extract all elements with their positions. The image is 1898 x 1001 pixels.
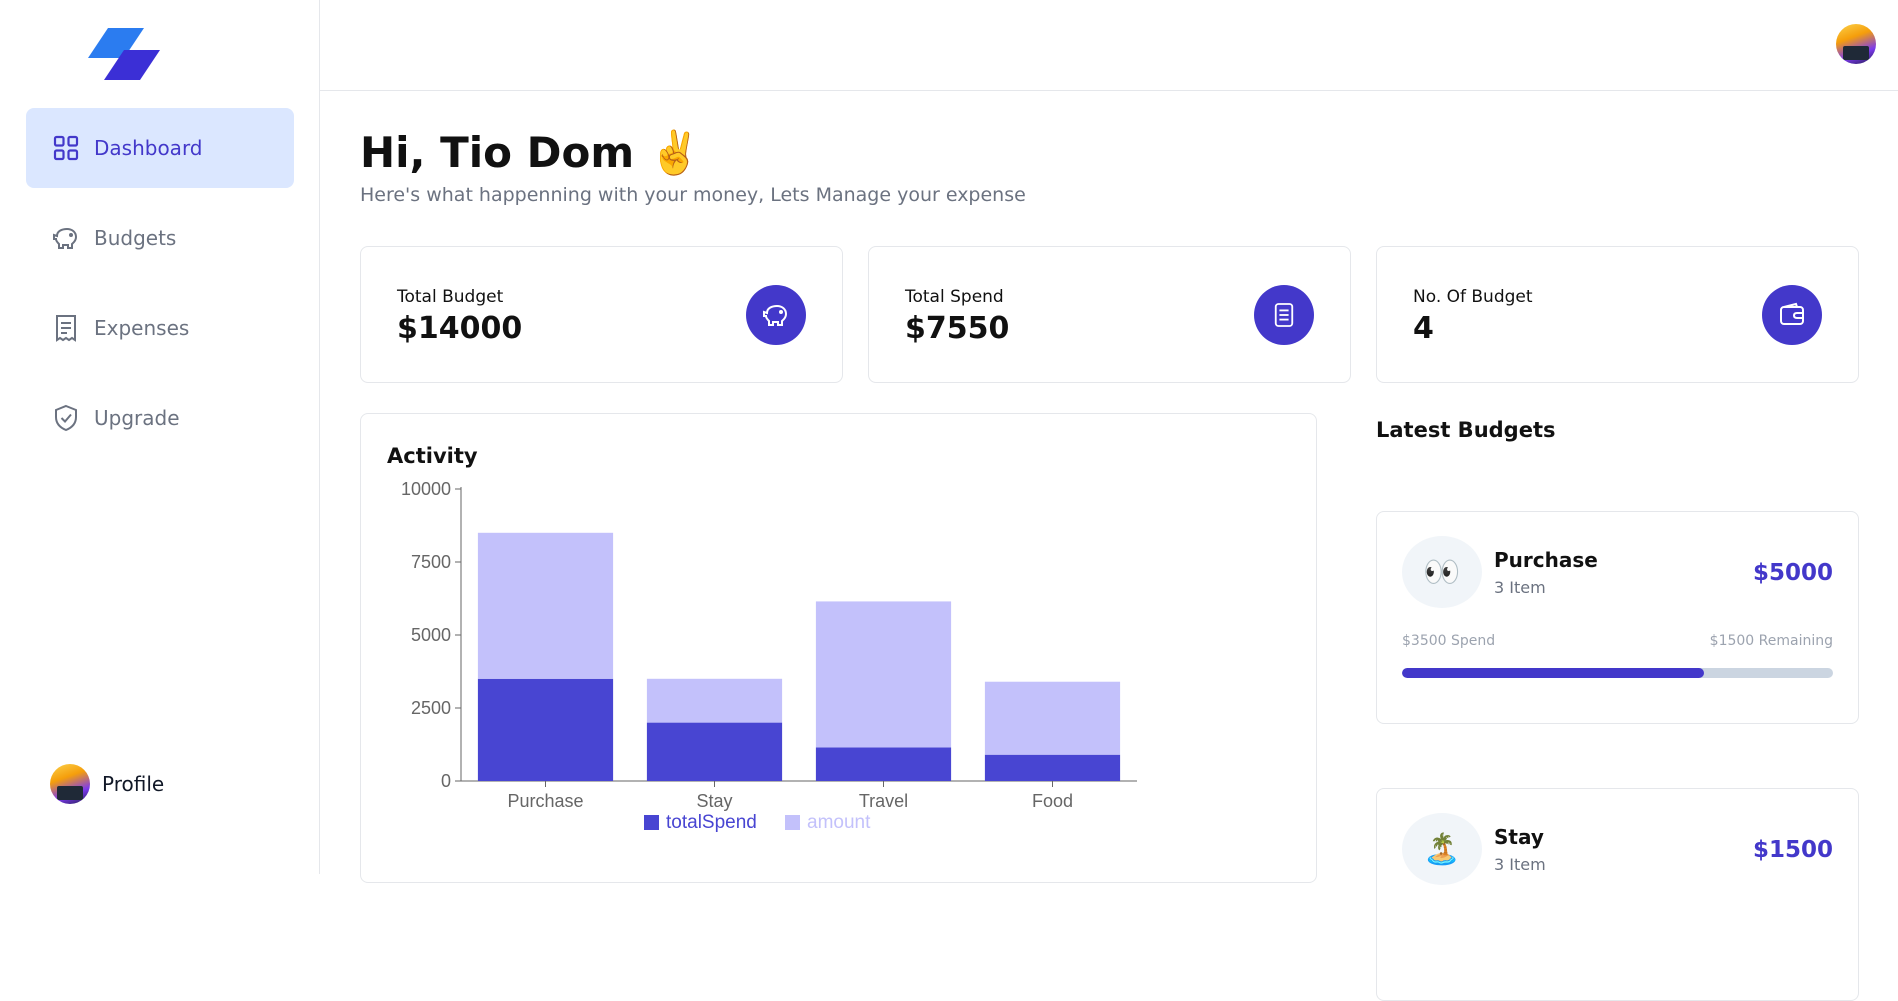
sidebar: Dashboard Budgets Expenses Upgrade Profi… xyxy=(0,0,320,874)
y-tick-label: 10000 xyxy=(401,479,451,499)
bar-totalSpend xyxy=(477,678,614,781)
receipt-icon xyxy=(1254,285,1314,345)
stat-value: 4 xyxy=(1413,311,1434,346)
stat-card-budget-count: No. Of Budget 4 xyxy=(1376,246,1859,383)
grid-icon xyxy=(52,134,80,162)
latest-budgets-title: Latest Budgets xyxy=(1376,418,1556,442)
budget-amount: $5000 xyxy=(1752,560,1833,586)
activity-bar-chart: 0 2500 5000 7500 10000 Purchase Stay Travel Food… xyxy=(401,479,1137,833)
sidebar-item-budgets[interactable]: Budgets xyxy=(26,198,294,278)
budget-progress-bar xyxy=(1402,668,1833,678)
sidebar-item-label: Budgets xyxy=(94,226,177,250)
legend-label: amount xyxy=(807,812,871,833)
profile-label: Profile xyxy=(102,772,165,796)
stat-label: Total Budget xyxy=(397,287,504,307)
sidebar-item-label: Dashboard xyxy=(94,136,203,160)
stat-value: $7550 xyxy=(905,311,1010,346)
user-avatar-button[interactable] xyxy=(1836,24,1876,64)
budget-spend: $3500 Spend xyxy=(1402,633,1496,649)
page-subtitle: Here's what happenning with your money, … xyxy=(360,184,1026,206)
bar-totalSpend xyxy=(815,747,952,781)
stat-label: Total Spend xyxy=(905,287,1004,307)
stat-card-total-spend: Total Spend $7550 xyxy=(868,246,1351,383)
bar-amount xyxy=(646,678,783,723)
x-tick-label: Purchase xyxy=(507,791,583,811)
budget-name: Purchase xyxy=(1494,548,1598,572)
budget-emoji: 👀 xyxy=(1402,536,1482,608)
legend-label: totalSpend xyxy=(666,812,757,833)
x-tick-label: Stay xyxy=(696,791,732,811)
bar-totalSpend xyxy=(646,722,783,781)
bar-totalSpend xyxy=(984,754,1121,781)
stat-card-total-budget: Total Budget $14000 xyxy=(360,246,843,383)
activity-card: Activity 0 2500 5000 7500 10000 Purchase Stay T… xyxy=(360,413,1317,883)
y-tick-label: 0 xyxy=(441,771,451,791)
top-bar xyxy=(320,0,1898,91)
budget-emoji: 🏝️ xyxy=(1402,813,1482,885)
wallet-icon xyxy=(1762,285,1822,345)
sidebar-item-label: Expenses xyxy=(94,316,190,340)
profile-link[interactable]: Profile xyxy=(50,764,164,804)
x-tick-label: Travel xyxy=(859,791,908,811)
y-tick-label: 5000 xyxy=(411,625,451,645)
legend-swatch xyxy=(644,815,659,830)
sidebar-item-expenses[interactable]: Expenses xyxy=(26,288,294,368)
sidebar-item-upgrade[interactable]: Upgrade xyxy=(26,378,294,458)
bar-amount xyxy=(477,532,614,679)
stat-value: $14000 xyxy=(397,311,523,346)
legend-swatch xyxy=(785,815,800,830)
logo[interactable] xyxy=(88,26,164,82)
shield-check-icon xyxy=(52,404,80,432)
piggy-bank-icon xyxy=(746,285,806,345)
budget-item-count: 3 Item xyxy=(1494,855,1546,874)
piggy-bank-icon xyxy=(52,224,80,252)
budget-item-count: 3 Item xyxy=(1494,578,1546,597)
bar-amount xyxy=(815,601,952,748)
budget-card[interactable]: 👀 Purchase 3 Item $5000 $3500 Spend $150… xyxy=(1376,511,1859,724)
y-tick-label: 2500 xyxy=(411,698,451,718)
sidebar-item-label: Upgrade xyxy=(94,406,180,430)
receipt-icon xyxy=(52,314,80,342)
bar-amount xyxy=(984,681,1121,755)
stat-label: No. Of Budget xyxy=(1413,287,1533,307)
budget-remaining: $1500 Remaining xyxy=(1709,633,1833,649)
budget-name: Stay xyxy=(1494,825,1544,849)
budget-card[interactable]: 🏝️ Stay 3 Item $1500 xyxy=(1376,788,1859,1001)
y-tick-label: 7500 xyxy=(411,552,451,572)
budget-amount: $1500 xyxy=(1752,837,1833,863)
sidebar-item-dashboard[interactable]: Dashboard xyxy=(26,108,294,188)
budget-progress-fill xyxy=(1402,668,1704,678)
page-title: Hi, Tio Dom ✌️ xyxy=(360,128,702,177)
x-tick-label: Food xyxy=(1032,791,1073,811)
avatar xyxy=(50,764,90,804)
